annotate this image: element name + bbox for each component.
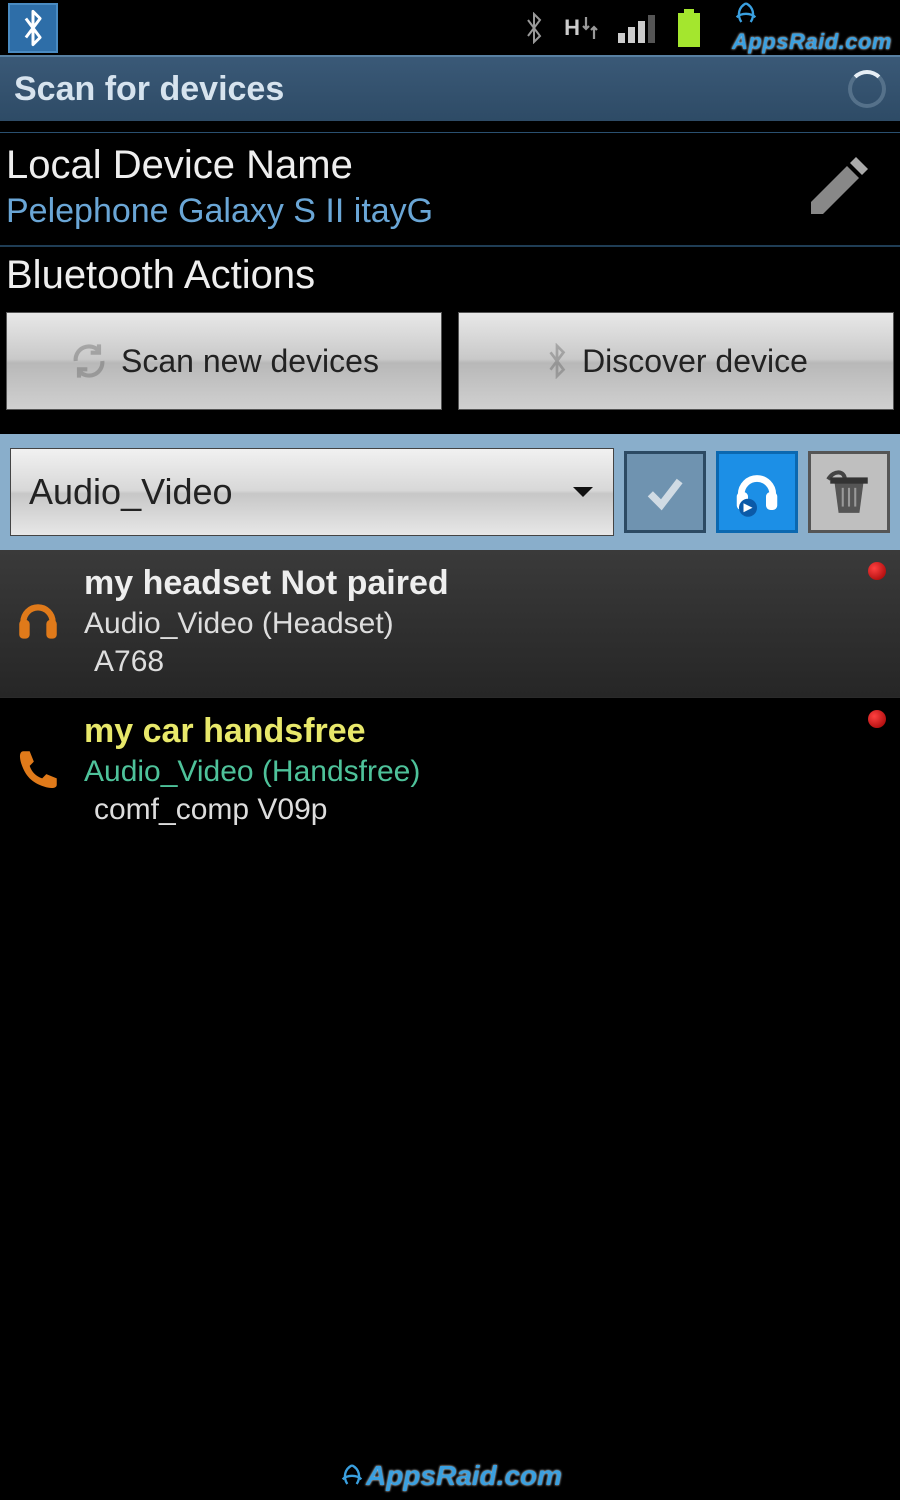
actions-label: Bluetooth Actions [6,253,894,298]
headset-icon [8,592,68,652]
watermark-top: AppsRaid.com [732,1,892,55]
status-bar: H AppsRaid.com [0,0,900,55]
edit-icon[interactable] [802,151,874,223]
headset-icon [730,465,784,519]
device-item[interactable]: my car handsfree Audio_Video (Handsfree) c… [0,697,900,845]
watermark-bottom: AppsRaid.com [0,1460,900,1492]
headset-audio-button[interactable] [716,451,798,533]
battery-icon [676,9,702,47]
device-id: A768 [94,645,449,679]
device-item[interactable]: my headset Not paired Audio_Video (Headse… [0,550,900,697]
check-icon [643,470,687,514]
page-title-bar: Scan for devices [0,55,900,121]
discover-button-label: Discover device [582,343,808,380]
device-name: my car handsfree [84,712,420,751]
page-title: Scan for devices [14,70,284,109]
device-name: my headset Not paired [84,564,449,603]
category-dropdown[interactable]: Audio_Video [10,448,614,536]
status-dot-icon [868,710,886,728]
dropdown-value: Audio_Video [29,471,233,513]
phone-icon [8,740,68,800]
device-id: comf_comp V09p [94,793,420,827]
local-device-label: Local Device Name [6,143,433,188]
status-dot-icon [868,562,886,580]
device-type: Audio_Video (Headset) [84,607,449,641]
trash-icon [824,467,874,517]
filter-bar: Audio_Video [0,434,900,550]
delete-button[interactable] [808,451,890,533]
local-device-section[interactable]: Local Device Name Pelephone Galaxy S II … [0,133,900,245]
refresh-icon [69,341,109,381]
scan-button-label: Scan new devices [121,343,379,380]
device-type: Audio_Video (Handsfree) [84,755,420,789]
bluetooth-icon [18,9,48,47]
signal-icon [618,13,658,43]
local-device-value: Pelephone Galaxy S II itayG [6,192,433,231]
discover-device-button[interactable]: Discover device [458,312,894,410]
chevron-down-icon [571,485,595,499]
bluetooth-actions-section: Bluetooth Actions Scan new devices Disco… [0,247,900,424]
scan-new-devices-button[interactable]: Scan new devices [6,312,442,410]
device-list: my headset Not paired Audio_Video (Headse… [0,550,900,845]
bluetooth-icon [544,343,570,379]
bluetooth-status-icon [522,12,546,44]
data-network-icon: H [564,15,600,41]
check-button[interactable] [624,451,706,533]
loading-spinner-icon [848,70,886,108]
app-icon [8,3,58,53]
